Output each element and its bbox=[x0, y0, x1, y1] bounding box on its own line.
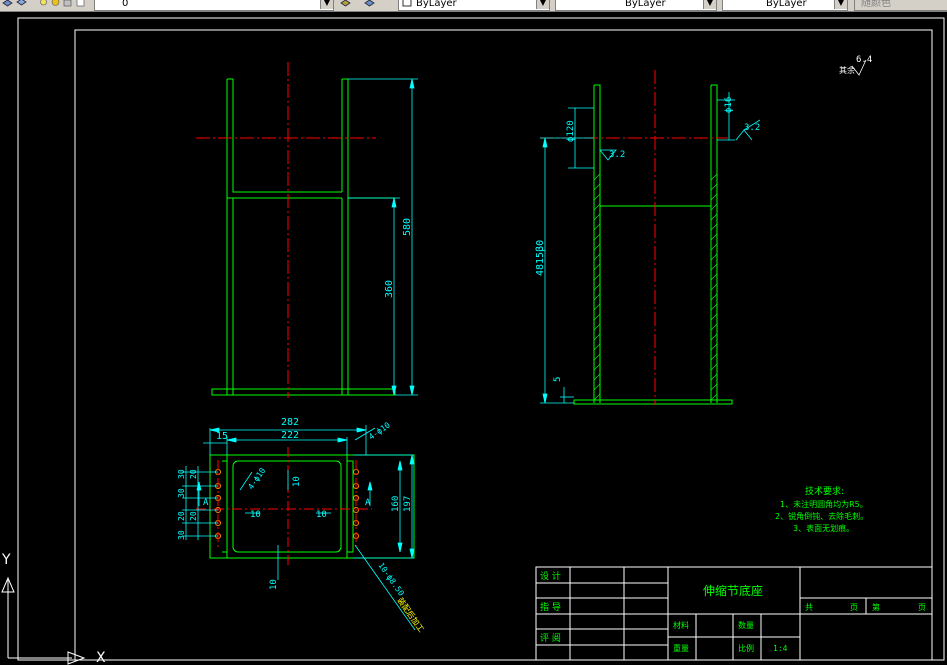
color-combo-value: ByLayer bbox=[416, 0, 457, 9]
tb-guide-label: 指 导 bbox=[540, 601, 561, 613]
layer-lock-icon[interactable] bbox=[62, 0, 73, 8]
tb-part-name: 伸缩节底座 bbox=[703, 583, 763, 598]
tech-req-item-3: 3、表面无划痕。 bbox=[793, 523, 854, 533]
dim-30-b: 30 bbox=[177, 530, 186, 540]
linetype-combo-value: ByLayer bbox=[625, 0, 666, 9]
dim-15: 15 bbox=[216, 431, 228, 442]
dim-20-c: 20 bbox=[189, 511, 198, 521]
section-mark-a-right: A bbox=[365, 498, 371, 508]
color-combo-arrow[interactable]: ▼ bbox=[536, 0, 549, 9]
layer-previous-icon[interactable] bbox=[364, 0, 375, 8]
tb-total-label: 共 bbox=[805, 603, 813, 612]
dim-20-b: 20 bbox=[177, 511, 186, 521]
tb-sheet-label: 第 bbox=[872, 602, 880, 612]
tb-review-label: 评 阅 bbox=[540, 633, 561, 644]
tech-req-item-2: 2、锐角倒钝、去除毛刺。 bbox=[775, 511, 868, 521]
tb-page-label: 页 bbox=[850, 603, 858, 612]
roughness-3-2-a: 3.2 bbox=[609, 150, 625, 160]
drawing-canvas[interactable]: 580 360 4815β0 ϕ120 ϕ16 5 3.2 3.2 6.4 其余… bbox=[0, 12, 947, 665]
ucs-x-label: X bbox=[96, 650, 106, 665]
dim-282: 282 bbox=[281, 417, 299, 428]
dim-10-a: 10 bbox=[292, 476, 302, 487]
tb-scale-label: 比例 bbox=[738, 643, 754, 653]
tb-scale-value: 1:4 bbox=[773, 644, 788, 653]
dim-197: 197 bbox=[403, 496, 413, 512]
properties-toolbar: 0 ▼ ByLayer ▼ ByLayer ▼ ByLayer ▼ 随颜色 bbox=[0, 0, 947, 12]
dim-160: 160 bbox=[391, 496, 401, 512]
tb-material-label: 材料 bbox=[673, 620, 689, 630]
ucs-y-label: Y bbox=[1, 552, 11, 568]
roughness-3-2-b: 3.2 bbox=[744, 123, 760, 133]
plotstyle-combo-value: 随颜色 bbox=[861, 0, 891, 9]
layer-plot-icon[interactable] bbox=[75, 0, 86, 8]
lightbulb-icon[interactable] bbox=[38, 0, 49, 8]
sun-icon[interactable] bbox=[50, 0, 61, 8]
linetype-combo-arrow[interactable]: ▼ bbox=[703, 0, 716, 9]
dim-30-c: 30 bbox=[177, 488, 186, 498]
dim-10-b: 10 bbox=[250, 510, 261, 520]
dim-20-a: 20 bbox=[189, 469, 198, 479]
roughness-prefix: 其余 bbox=[839, 65, 855, 75]
layer-combo-value: 0 bbox=[122, 0, 129, 9]
lineweight-combo-arrow[interactable]: ▼ bbox=[834, 0, 847, 9]
dim-10-d: 10 bbox=[269, 579, 279, 590]
tb-page-label-2: 页 bbox=[918, 603, 926, 612]
roughness-6-4: 6.4 bbox=[856, 55, 872, 65]
dim-10-c: 10 bbox=[316, 510, 327, 520]
tb-weight-label: 重量 bbox=[673, 643, 689, 653]
layer-combo-arrow[interactable]: ▼ bbox=[320, 0, 333, 9]
dim-222: 222 bbox=[281, 430, 299, 441]
dim-580: 580 bbox=[402, 218, 413, 236]
dim-phi16: ϕ16 bbox=[724, 97, 734, 113]
tb-design-label: 设 计 bbox=[540, 570, 561, 582]
tech-req-item-1: 1、未注明圆角均为R5。 bbox=[780, 499, 868, 509]
color-swatch-icon bbox=[402, 0, 412, 7]
dim-360: 360 bbox=[384, 280, 395, 298]
tb-quantity-label: 数量 bbox=[738, 620, 754, 630]
dim-4815: 4815β0 bbox=[535, 240, 546, 276]
dim-5: 5 bbox=[553, 377, 563, 382]
layer-combo[interactable] bbox=[94, 0, 334, 11]
layer-manager-icon[interactable] bbox=[2, 0, 13, 8]
dim-phi120: ϕ120 bbox=[566, 120, 576, 142]
layer-state-icon[interactable] bbox=[16, 0, 27, 8]
dim-30-a: 30 bbox=[177, 469, 186, 479]
lineweight-combo-value: ByLayer bbox=[766, 0, 807, 9]
tech-req-title: 技术要求: bbox=[805, 485, 844, 497]
make-current-layer-icon[interactable] bbox=[340, 0, 351, 8]
section-mark-a-left: A bbox=[203, 498, 209, 508]
